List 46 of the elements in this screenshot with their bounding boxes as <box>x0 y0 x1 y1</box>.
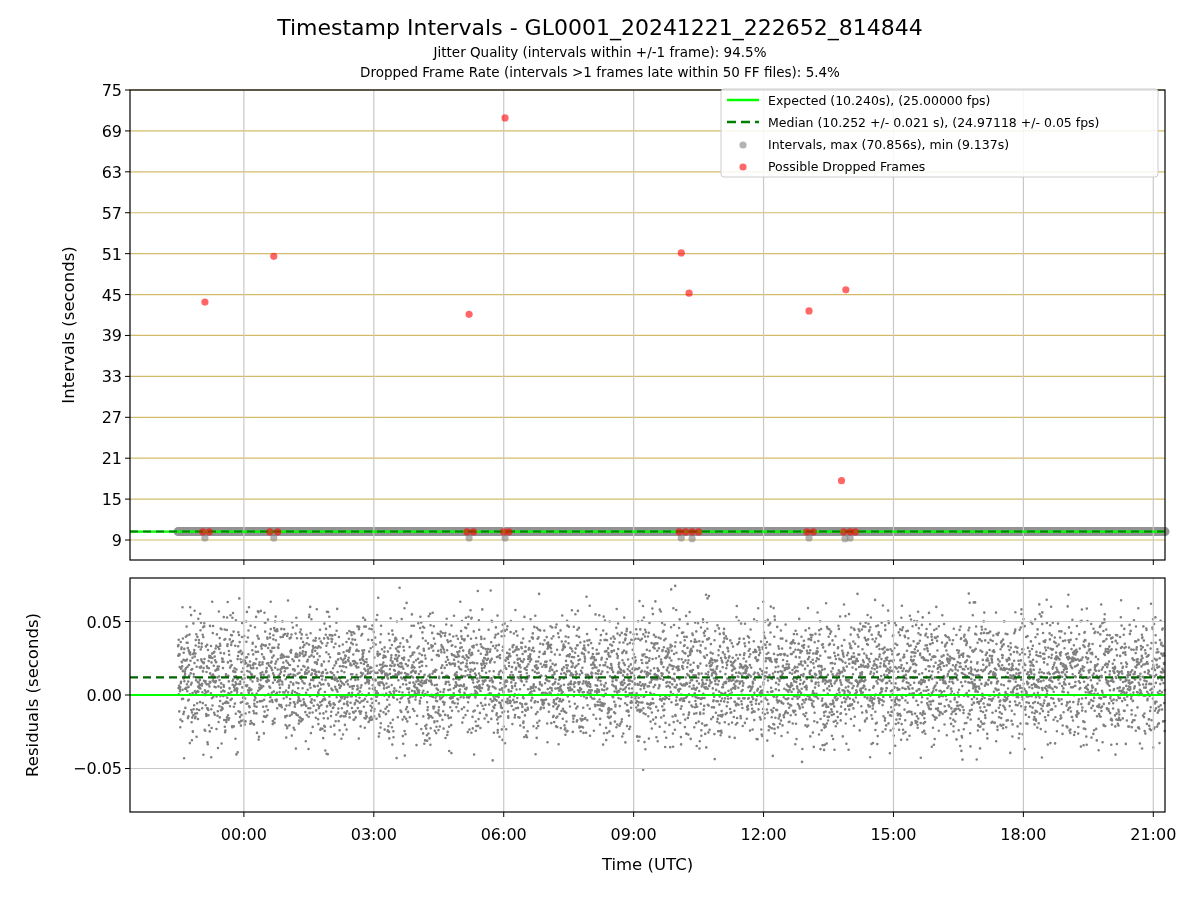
tick-label: 45 <box>101 285 122 305</box>
legend-label: Intervals, max (70.856s), min (9.137s) <box>768 136 1010 152</box>
figure-title: Timestamp Intervals - GL0001_20241221_222652_814844 <box>277 14 923 42</box>
data-point <box>685 289 693 297</box>
data-point <box>501 114 509 122</box>
tick-label: 0.00 <box>86 686 122 705</box>
data-point <box>805 307 813 315</box>
tick-label: 21 <box>101 449 122 469</box>
tick-label: 12:00 <box>740 825 787 844</box>
legend-dot-icon <box>739 163 747 171</box>
legend-label: Expected (10.240s), (25.00000 fps) <box>768 92 991 108</box>
data-point <box>842 286 850 294</box>
axis-title: Time (UTC) <box>601 855 694 874</box>
legend-solid-line-icon <box>727 98 759 102</box>
data-point <box>270 252 278 260</box>
tick-label: −0.05 <box>72 759 122 779</box>
data-point <box>677 249 685 257</box>
tick-label: 33 <box>101 367 122 387</box>
data-point <box>465 310 473 318</box>
tick-label: 00:00 <box>220 825 267 844</box>
tick-label: 21:00 <box>1130 825 1177 844</box>
legend-dashed-line-icon <box>727 120 759 124</box>
data-point <box>837 477 846 485</box>
tick-label: 9 <box>111 531 122 550</box>
tick-label: 0.05 <box>86 612 122 632</box>
tick-label: 09:00 <box>610 825 657 844</box>
data-point <box>201 298 209 306</box>
tick-label: 27 <box>101 408 122 428</box>
legend-label: Median (10.252 +/- 0.021 s), (24.97118 +/- 0.05 fps) <box>768 114 1100 130</box>
tick-label: 15:00 <box>870 825 917 844</box>
tick-label: 15 <box>101 490 122 510</box>
tick-label: 63 <box>101 162 122 182</box>
legend-label: Possible Dropped Frames <box>768 158 926 174</box>
tick-label: 69 <box>101 121 122 141</box>
tick-label: 18:00 <box>1000 825 1047 844</box>
figure-subtitle: Dropped Frame Rate (intervals >1 frames late within 50 FF files): 5.4% <box>360 63 840 82</box>
tick-label: 39 <box>101 326 122 346</box>
tick-label: 75 <box>101 81 122 100</box>
tick-label: 51 <box>101 244 122 264</box>
tick-label: 57 <box>101 203 122 223</box>
tick-label: 06:00 <box>480 825 527 844</box>
axis-title: Intervals (seconds) <box>59 246 78 404</box>
legend-dot-icon <box>739 141 747 149</box>
axis-title: Residuals (seconds) <box>23 613 42 777</box>
tick-label: 03:00 <box>350 825 397 844</box>
figure-subtitle: Jitter Quality (intervals within +/-1 frame): 94.5% <box>433 43 767 62</box>
